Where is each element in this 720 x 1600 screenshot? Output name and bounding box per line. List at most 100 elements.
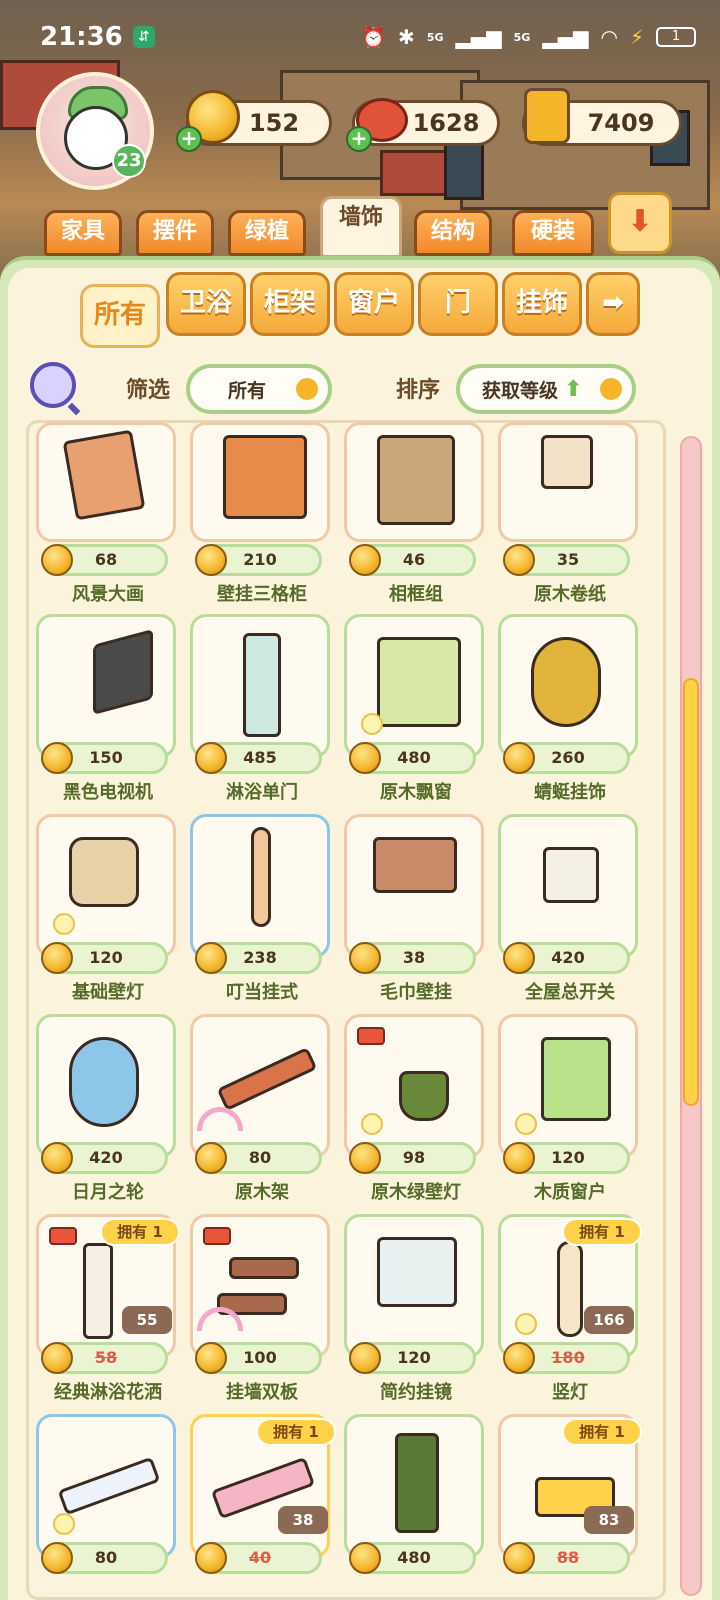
item-card[interactable] — [498, 1014, 638, 1158]
price-tag: 58 — [41, 1342, 168, 1374]
coin-icon — [195, 1542, 227, 1574]
item-card[interactable] — [36, 422, 176, 542]
price-tag: 260 — [503, 742, 630, 774]
item-name: 毛巾壁挂 — [380, 982, 452, 1003]
subtab-hangings[interactable]: 挂饰 — [502, 272, 582, 336]
discount-price-badge: 166 — [584, 1306, 634, 1334]
item-card[interactable] — [498, 814, 638, 958]
price-value: 88 — [556, 1548, 580, 1567]
price-value: 120 — [551, 1148, 585, 1167]
price-tag: 100 — [195, 1342, 322, 1374]
coin-icon — [41, 742, 73, 774]
item-card[interactable] — [498, 614, 638, 758]
price-value: 238 — [243, 948, 277, 967]
lamp-icon — [53, 1513, 75, 1535]
item-name: 叮当挂式 — [226, 982, 298, 1003]
chime-icon — [251, 827, 271, 927]
wood-shelf-icon — [216, 1046, 318, 1112]
tab-plants[interactable]: 绿植 — [228, 210, 306, 256]
item-name: 黑色电视机 — [63, 782, 153, 803]
owned-badge: 拥有 1 — [100, 1218, 180, 1246]
item-card[interactable] — [344, 614, 484, 758]
item-card[interactable] — [344, 814, 484, 958]
tab-furniture[interactable]: 家具 — [44, 210, 122, 256]
search-icon[interactable] — [30, 362, 76, 408]
signal-icon-2: ▂▄▆ — [542, 25, 589, 49]
subtab-shelves[interactable]: 柜架 — [250, 272, 330, 336]
item-card[interactable] — [36, 814, 176, 958]
collapse-arrow-button[interactable]: ⬇ — [608, 192, 672, 254]
item-name: 全屋总开关 — [525, 982, 615, 1003]
add-coin-button[interactable]: + — [176, 126, 202, 152]
wood-window-icon — [541, 1037, 611, 1121]
price-tag: 40 — [195, 1542, 322, 1574]
subtab-doors[interactable]: 门 — [418, 272, 498, 336]
item-card[interactable] — [190, 614, 330, 758]
item-card[interactable] — [498, 422, 638, 542]
lamp-icon — [53, 913, 75, 935]
coin-icon — [503, 942, 535, 974]
coin-icon — [195, 742, 227, 774]
coin-icon — [195, 1142, 227, 1174]
item-name: 日月之轮 — [72, 1182, 144, 1203]
tab-structure[interactable]: 结构 — [414, 210, 492, 256]
subtab-all[interactable]: 所有 — [80, 284, 160, 348]
item-card[interactable] — [36, 1014, 176, 1158]
price-tag: 480 — [349, 742, 476, 774]
delivery-truck-icon — [357, 1027, 385, 1045]
tab-wall-decor[interactable]: 墙饰 — [320, 196, 402, 258]
glass-shelf-icon — [57, 1456, 161, 1516]
tv-icon — [93, 628, 153, 716]
item-card[interactable] — [344, 1214, 484, 1358]
network-label: 5G — [426, 30, 444, 44]
add-cherry-button[interactable]: + — [346, 126, 372, 152]
sort-value: 获取等级 — [482, 379, 559, 402]
wifi-icon: ◠ — [600, 25, 618, 49]
tab-ornaments[interactable]: 摆件 — [136, 210, 214, 256]
sort-select[interactable]: 获取等级 ⬆ — [456, 364, 636, 414]
price-value: 120 — [397, 1348, 431, 1367]
item-card[interactable] — [190, 1014, 330, 1158]
price-tag: 420 — [41, 1142, 168, 1174]
subtab-next-arrow-icon[interactable]: ➡ — [586, 272, 640, 336]
price-value: 480 — [397, 1548, 431, 1567]
light-switch-icon — [543, 847, 599, 903]
item-name: 原木绿壁灯 — [371, 1182, 461, 1203]
item-card[interactable] — [344, 1414, 484, 1558]
item-card[interactable] — [36, 614, 176, 758]
scrollbar-thumb[interactable] — [683, 678, 699, 1106]
book-value: 7409 — [587, 109, 655, 137]
owned-badge: 拥有 1 — [562, 1218, 642, 1246]
mirror-icon — [377, 1237, 457, 1307]
charging-icon: ⚡ — [629, 25, 644, 49]
item-name: 简约挂镜 — [380, 1382, 452, 1403]
item-card[interactable] — [190, 814, 330, 958]
delivery-truck-icon — [49, 1227, 77, 1245]
lamp-icon — [361, 1113, 383, 1135]
item-card[interactable] — [190, 422, 330, 542]
price-value: 80 — [248, 1148, 272, 1167]
tab-hardware[interactable]: 硬装 — [512, 210, 594, 256]
item-name: 淋浴单门 — [226, 782, 298, 803]
chevron-down-icon — [600, 378, 622, 400]
discount-price-badge: 38 — [278, 1506, 328, 1534]
floor-lamp-icon — [557, 1241, 583, 1337]
item-card[interactable] — [190, 1214, 330, 1358]
price-value: 80 — [94, 1548, 118, 1567]
item-card[interactable] — [344, 422, 484, 542]
item-name: 挂墙双板 — [226, 1382, 298, 1403]
price-tag: 238 — [195, 942, 322, 974]
rainbow-icon — [197, 1107, 243, 1131]
filter-select[interactable]: 所有 — [186, 364, 332, 414]
player-level-badge: 23 — [112, 144, 146, 178]
subtab-windows[interactable]: 窗户 — [334, 272, 414, 336]
price-value: 420 — [89, 1148, 123, 1167]
price-value: 485 — [243, 748, 277, 767]
signal-icon: ▂▄▆ — [455, 25, 502, 49]
coin-icon — [349, 942, 381, 974]
item-name: 壁挂三格柜 — [217, 584, 307, 605]
item-card[interactable] — [36, 1414, 176, 1558]
subtab-bathroom[interactable]: 卫浴 — [166, 272, 246, 336]
coin-icon — [41, 1142, 73, 1174]
item-card[interactable] — [344, 1014, 484, 1158]
